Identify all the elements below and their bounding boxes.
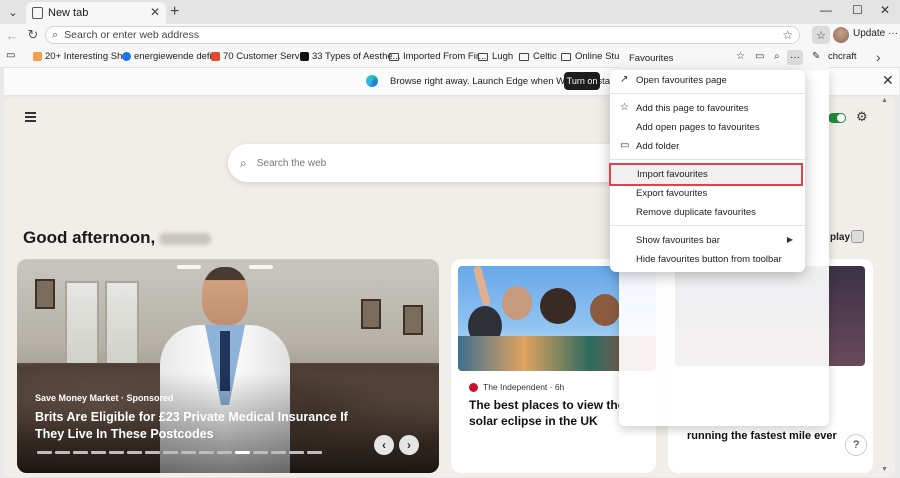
- tab-page-icon: [32, 7, 43, 19]
- minimize-button[interactable]: —: [820, 3, 832, 17]
- bookmarks-overflow-chevron-icon[interactable]: ›: [876, 49, 881, 65]
- page-toggle-switch[interactable]: [828, 113, 846, 123]
- bookmark-folder[interactable]: Imported From Fir...: [389, 51, 486, 62]
- tab-close-icon[interactable]: ✕: [150, 5, 160, 19]
- bookmark-item[interactable]: 33 Types of Aesthe...: [300, 51, 401, 62]
- add-favourite-star-icon[interactable]: ☆: [782, 28, 793, 42]
- play-app-icon[interactable]: [851, 230, 864, 243]
- help-button[interactable]: ?: [845, 434, 867, 456]
- more-options-button[interactable]: ···: [787, 50, 803, 65]
- menu-item-add-folder[interactable]: ▭ Add folder: [610, 137, 805, 156]
- independent-logo-icon: [469, 382, 478, 392]
- new-tab-button[interactable]: +: [170, 3, 179, 21]
- bookmark-item[interactable]: 70 Customer Servi...: [211, 51, 310, 62]
- star-add-icon: ☆: [620, 102, 629, 113]
- add-folder-icon[interactable]: ▭: [755, 51, 764, 62]
- submenu-chevron-icon: ▶: [786, 235, 793, 244]
- hero-sponsor-label: Save Money Market · Sponsored: [35, 393, 174, 403]
- menu-item-open-favourites-page[interactable]: ↗ Open favourites page: [610, 71, 805, 90]
- scroll-up-arrow-icon[interactable]: ▲: [881, 97, 888, 104]
- carousel-dots[interactable]: [37, 451, 322, 454]
- menu-item-add-open-pages[interactable]: Add open pages to favourites: [610, 118, 805, 137]
- menu-item-hide-favourites-button[interactable]: Hide favourites button from toolbar: [610, 250, 805, 269]
- tab-title: New tab: [48, 7, 89, 19]
- favourites-panel-header: Favourites ☆ ▭ ⌕ ···: [619, 46, 829, 70]
- menu-item-remove-duplicates[interactable]: Remove duplicate favourites: [610, 203, 805, 222]
- hamburger-menu-icon[interactable]: [25, 112, 36, 124]
- refresh-icon[interactable]: ↻: [25, 27, 41, 43]
- hero-headline[interactable]: Brits Are Eligible for £23 Private Medic…: [35, 409, 365, 443]
- update-button[interactable]: Update ···: [853, 28, 898, 39]
- turn-on-button[interactable]: Turn on: [564, 72, 600, 90]
- bookmark-favicon: [33, 52, 42, 61]
- menu-item-add-this-page[interactable]: ☆ Add this page to favourites: [610, 99, 805, 118]
- bookmark-favicon: [122, 52, 131, 61]
- search-icon: ⌕: [52, 28, 59, 41]
- web-search-box[interactable]: ⌕ Search the web: [228, 144, 648, 182]
- folder-icon: [478, 52, 488, 61]
- favourites-panel-title: Favourites: [629, 53, 674, 64]
- pin-favourites-icon[interactable]: ✎: [812, 51, 820, 62]
- page-settings-gear-icon[interactable]: ⚙: [856, 109, 868, 125]
- greeting-heading: Good afternoon,: [23, 228, 212, 248]
- hero-sponsored-card[interactable]: Save Money Market · Sponsored Brits Are …: [17, 259, 439, 473]
- menu-item-import-favourites[interactable]: Import favourites: [609, 163, 803, 186]
- folder-icon: [519, 52, 529, 61]
- favourites-button[interactable]: ☆: [812, 26, 830, 44]
- edge-logo-icon: [366, 75, 378, 87]
- address-placeholder: Search or enter web address: [64, 29, 199, 41]
- menu-item-export-favourites[interactable]: Export favourites: [610, 184, 805, 203]
- bookmarks-bar-icon: ▭: [6, 50, 16, 61]
- tab-new-tab[interactable]: New tab ✕: [26, 2, 166, 24]
- article-headline[interactable]: running the fastest mile ever: [687, 430, 837, 442]
- add-page-to-favourites-icon[interactable]: ☆: [736, 51, 745, 62]
- blurred-username: [159, 232, 212, 245]
- address-bar[interactable]: ⌕ Search or enter web address ☆: [45, 26, 800, 44]
- folder-icon: [561, 52, 571, 61]
- banner-close-icon[interactable]: ✕: [882, 72, 894, 89]
- bookmark-folder[interactable]: Celtic: [519, 51, 557, 62]
- play-label[interactable]: play: [830, 232, 850, 243]
- bookmark-item[interactable]: chcraft: [828, 51, 857, 62]
- bookmark-folder[interactable]: Lugh: [478, 51, 513, 62]
- folder-icon: [389, 52, 399, 61]
- tab-actions-menu-icon[interactable]: ⌄: [4, 4, 22, 20]
- back-arrow-icon[interactable]: ←: [4, 27, 20, 43]
- carousel-prev-button[interactable]: ‹: [374, 435, 394, 455]
- bookmark-item[interactable]: energiewende defi...: [122, 51, 220, 62]
- carousel-next-button[interactable]: ›: [399, 435, 419, 455]
- bookmark-favicon: [300, 52, 309, 61]
- menu-item-show-favourites-bar[interactable]: Show favourites bar ▶: [610, 231, 805, 250]
- profile-avatar[interactable]: [833, 27, 849, 43]
- article-source: The Independent · 6h: [469, 382, 564, 392]
- bookmark-favicon: [211, 52, 220, 61]
- doctor-image: [202, 267, 248, 325]
- navigation-bar: ← ↻ ⌕ Search or enter web address ☆ ☆ Up…: [0, 24, 900, 46]
- maximize-button[interactable]: ☐: [852, 3, 863, 17]
- close-window-button[interactable]: ✕: [880, 3, 890, 17]
- folder-add-icon: ▭: [620, 140, 630, 151]
- search-icon: ⌕: [240, 155, 247, 170]
- favourites-more-menu: ↗ Open favourites page ☆ Add this page t…: [609, 70, 805, 272]
- search-favourites-icon[interactable]: ⌕: [774, 51, 780, 62]
- search-placeholder: Search the web: [256, 157, 327, 169]
- tab-strip: ⌄ New tab ✕ + — ☐ ✕: [0, 0, 900, 24]
- bookmark-item[interactable]: 20+ Interesting Sh...: [33, 51, 130, 62]
- open-external-icon: ↗: [620, 74, 629, 85]
- scroll-down-arrow-icon[interactable]: ▼: [881, 466, 888, 473]
